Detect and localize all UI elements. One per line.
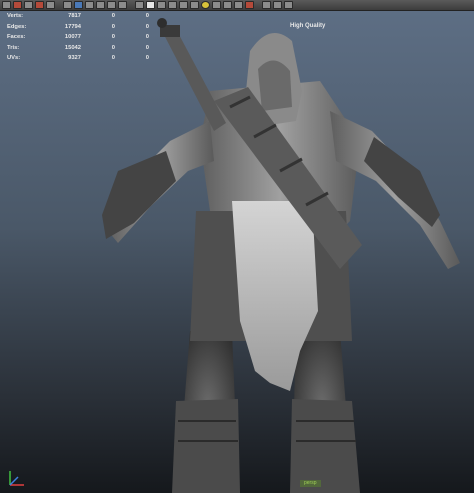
- rotate-icon[interactable]: [24, 1, 33, 9]
- hud-value: 9327: [68, 55, 81, 61]
- texture-icon[interactable]: [118, 1, 127, 9]
- xray-icon[interactable]: [157, 1, 166, 9]
- aa-icon[interactable]: [245, 1, 254, 9]
- motion-blur-icon[interactable]: [234, 1, 243, 9]
- shaded-icon[interactable]: [107, 1, 116, 9]
- hud-value: 0: [145, 34, 149, 40]
- camera-label: persp: [300, 480, 321, 487]
- hud-row-tris: Tris: 15042 0 0: [7, 43, 149, 54]
- hud-value: 0: [145, 13, 149, 19]
- camera-icon[interactable]: [74, 1, 83, 9]
- quality-label: High Quality: [290, 23, 326, 29]
- hud-value: 17794: [64, 23, 81, 30]
- ao-icon[interactable]: [223, 1, 232, 9]
- hud-value: 0: [145, 44, 149, 51]
- hud-value: 0: [145, 55, 149, 61]
- character-model[interactable]: [0, 11, 474, 493]
- left-bracer: [102, 151, 176, 239]
- hud-value: 0: [111, 13, 115, 19]
- hud-row-faces: Faces: 10077 0 0: [7, 32, 149, 43]
- hud-row-uvs: UVs: 9327 0 0: [7, 53, 149, 64]
- viewport-toolbar: [0, 0, 474, 11]
- select-icon[interactable]: [2, 1, 11, 9]
- sword-blade: [162, 29, 226, 131]
- sun-icon[interactable]: [201, 1, 210, 9]
- isolate-icon[interactable]: [168, 1, 177, 9]
- hud-value: 0: [111, 44, 115, 51]
- hud-row-verts: Verts: 7817 0 0: [7, 11, 149, 22]
- right-bracer: [364, 137, 440, 227]
- grid-icon[interactable]: [85, 1, 94, 9]
- sword-pommel: [157, 18, 167, 28]
- hud-value: 7817: [68, 13, 81, 19]
- hud-value: 0: [111, 34, 115, 40]
- resolution-icon[interactable]: [284, 1, 293, 9]
- hud-value: 0: [145, 23, 149, 30]
- backface-icon[interactable]: [212, 1, 221, 9]
- hud-value: 0: [111, 55, 115, 61]
- shadow-icon[interactable]: [146, 1, 155, 9]
- wireframe-icon[interactable]: [96, 1, 105, 9]
- hud-value: 0: [111, 23, 115, 30]
- 3d-viewport[interactable]: Verts: 7817 0 0 Edges: 17794 0 0 Faces: …: [0, 11, 474, 493]
- gate-icon[interactable]: [273, 1, 282, 9]
- hud-row-edges: Edges: 17794 0 0: [7, 22, 149, 33]
- right-boot: [290, 399, 360, 493]
- hud-value: 15042: [64, 44, 81, 51]
- poly-count-hud: Verts: 7817 0 0 Edges: 17794 0 0 Faces: …: [7, 11, 149, 64]
- move-icon[interactable]: [13, 1, 22, 9]
- scale-icon[interactable]: [35, 1, 44, 9]
- hud-label: UVs:: [7, 55, 21, 61]
- hud-label: Edges:: [7, 23, 27, 30]
- left-boot: [172, 399, 240, 493]
- bookmark-icon[interactable]: [190, 1, 199, 9]
- light-icon[interactable]: [63, 1, 72, 9]
- lighting-icon[interactable]: [135, 1, 144, 9]
- hud-icon[interactable]: [262, 1, 271, 9]
- smooth-icon[interactable]: [179, 1, 188, 9]
- hud-label: Tris:: [7, 44, 20, 51]
- hud-label: Faces:: [7, 34, 26, 40]
- axis-gizmo-icon: [9, 471, 24, 486]
- hud-label: Verts:: [7, 13, 24, 19]
- hud-value: 10077: [64, 34, 81, 40]
- render-icon[interactable]: [46, 1, 55, 9]
